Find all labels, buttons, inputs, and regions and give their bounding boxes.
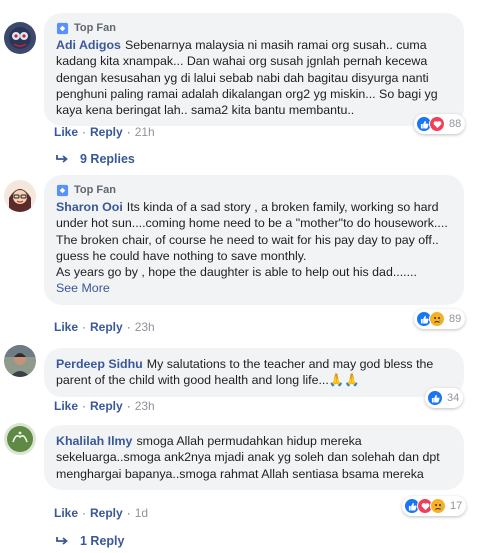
reaction-summary[interactable]: 88 [414, 114, 466, 134]
view-replies-link[interactable]: 9 Replies [56, 152, 135, 166]
like-button[interactable]: Like [54, 506, 78, 520]
comment-bubble: Perdeep Sidhu My salutations to the teach… [44, 348, 464, 397]
separator-dot: · [126, 506, 131, 520]
reaction-count: 89 [449, 313, 462, 325]
comment-bubble: Khalilah Ilmy smoga Allah permudahkan hid… [44, 425, 464, 490]
comment-actions: Like · Reply · 23h [54, 399, 155, 413]
reply-arrow-icon [56, 155, 68, 163]
top-fan-label: Top Fan [74, 184, 116, 197]
reply-button[interactable]: Reply [90, 506, 123, 520]
like-button[interactable]: Like [54, 399, 78, 413]
timestamp[interactable]: 23h [135, 320, 155, 334]
reaction-summary[interactable]: 34 [425, 388, 464, 408]
avatar[interactable] [4, 180, 36, 212]
reply-arrow-icon [56, 537, 68, 545]
comment-bubble: Top Fan Adi Adigos Sebenarnya malaysia ni… [44, 13, 464, 127]
separator-dot: · [126, 399, 131, 413]
comment-bubble: Top Fan Sharon Ooi Its kinda of a sad sto… [44, 175, 464, 305]
replies-count-label: 1 Reply [80, 534, 125, 548]
separator-dot: · [82, 125, 87, 139]
avatar[interactable] [4, 22, 36, 54]
sad-reaction-icon [429, 311, 445, 327]
timestamp[interactable]: 21h [135, 125, 155, 139]
separator-dot: · [126, 125, 131, 139]
see-more-link[interactable]: See More [56, 280, 454, 296]
top-fan-badge: Top Fan [56, 183, 454, 198]
comment-actions: Like · Reply · 23h [54, 320, 155, 334]
top-fan-label: Top Fan [74, 22, 116, 35]
reaction-summary[interactable]: 89 [414, 309, 466, 329]
top-fan-icon [56, 184, 69, 197]
love-reaction-icon [429, 116, 445, 132]
separator-dot: · [126, 320, 131, 334]
separator-dot: · [82, 320, 87, 334]
comment-actions: Like · Reply · 21h [54, 125, 155, 139]
reaction-count: 17 [450, 500, 463, 512]
reply-button[interactable]: Reply [90, 399, 123, 413]
comment-author[interactable]: Adi Adigos [56, 38, 121, 52]
sad-reaction-icon [430, 498, 446, 514]
top-fan-badge: Top Fan [56, 21, 454, 36]
reply-button[interactable]: Reply [90, 320, 123, 334]
top-fan-icon [56, 22, 69, 35]
reaction-count: 88 [449, 118, 462, 130]
comment-author[interactable]: Sharon Ooi [56, 200, 123, 214]
like-button[interactable]: Like [54, 125, 78, 139]
comment-author[interactable]: Khalilah Ilmy [56, 434, 132, 448]
like-reaction-icon [427, 390, 443, 406]
replies-count-label: 9 Replies [80, 152, 135, 166]
avatar[interactable] [4, 345, 36, 377]
reaction-count: 34 [447, 392, 460, 404]
reaction-summary[interactable]: 17 [402, 496, 467, 516]
separator-dot: · [82, 506, 87, 520]
separator-dot: · [82, 399, 87, 413]
view-replies-link[interactable]: 1 Reply [56, 534, 124, 548]
timestamp[interactable]: 23h [135, 399, 155, 413]
reply-button[interactable]: Reply [90, 125, 123, 139]
avatar[interactable] [4, 423, 36, 455]
timestamp[interactable]: 1d [135, 506, 148, 520]
like-button[interactable]: Like [54, 320, 78, 334]
comment-author[interactable]: Perdeep Sidhu [56, 357, 143, 371]
comment-actions: Like · Reply · 1d [54, 506, 148, 520]
